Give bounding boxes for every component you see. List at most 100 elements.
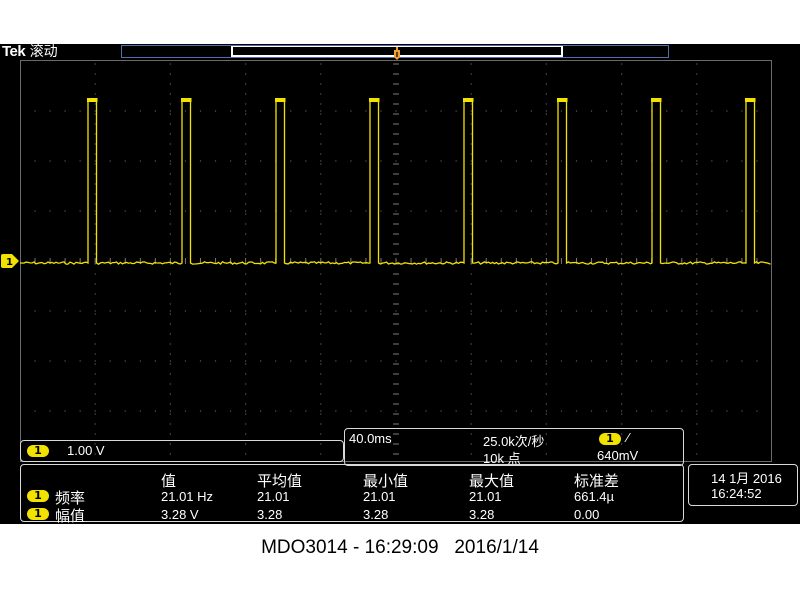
meas-header-max: 最大值 [469, 473, 515, 490]
grid-dot [320, 373, 322, 375]
grid-dot [350, 160, 352, 162]
grid-dot [320, 403, 322, 405]
grid-dot [290, 410, 292, 412]
channel-scale-value: 1.00 V [67, 443, 105, 458]
meas-row-1-channel-badge: 1 [27, 490, 49, 502]
grid-dot [94, 153, 96, 155]
grid-dot [335, 410, 337, 412]
grid-dot [696, 110, 698, 112]
grid-dot [395, 160, 397, 162]
grid-dot [696, 223, 698, 225]
grid-dot [245, 63, 247, 65]
meas-row-2-min: 3.28 [363, 507, 389, 522]
grid-dot [245, 313, 247, 315]
grid-dot [696, 113, 698, 115]
grid-dot [94, 363, 96, 365]
grid-dot [470, 93, 472, 95]
grid-dot [560, 360, 563, 362]
grid-dot [575, 160, 578, 162]
grid-dot [124, 110, 126, 112]
grid-dot [696, 193, 698, 195]
grid-dot [470, 353, 472, 355]
grid-dot [34, 210, 36, 212]
grid-dot [545, 153, 547, 155]
grid-dot [320, 253, 322, 255]
grid-dot [681, 360, 683, 362]
grid-dot [726, 160, 728, 162]
grid-dot [245, 373, 247, 375]
datetime-panel[interactable]: 14 1月 2016 16:24:52 [688, 464, 798, 506]
grid-dot [245, 103, 247, 105]
grid-dot [726, 410, 728, 412]
channel-1-ground-marker[interactable]: 1 [0, 254, 20, 268]
grid-dot [94, 160, 96, 162]
grid-dot [380, 110, 382, 112]
grid-dot [305, 160, 307, 162]
grid-dot [470, 193, 472, 195]
grid-dot [169, 410, 171, 412]
grid-dot [696, 373, 698, 375]
grid-dot [696, 333, 698, 335]
grid-dot [169, 63, 171, 65]
grid-dot [199, 310, 202, 312]
grid-dot [335, 160, 337, 162]
grid-dot [500, 310, 502, 312]
grid-dot [590, 160, 593, 162]
grid-dot [320, 313, 322, 315]
meas-row-2-max: 3.28 [469, 507, 495, 522]
grid-dot [711, 110, 713, 112]
grid-dot [169, 433, 171, 435]
grid-dot [696, 453, 698, 455]
grid-dot [545, 163, 547, 165]
grid-dot [515, 210, 517, 212]
pulse-cap [275, 98, 286, 102]
date-value: 14 1月 2016 [711, 471, 782, 486]
grid-dot [34, 360, 36, 362]
acquisition-panel[interactable]: 40.0ms 25.0k次/秒 10k 点 1 ∕ 640mV [344, 428, 684, 466]
grid-dot [94, 303, 96, 305]
grid-dot [470, 83, 472, 85]
grid-dot [470, 233, 472, 235]
grid-dot [470, 303, 472, 305]
grid-dot [545, 283, 547, 285]
grid-dot [410, 310, 412, 312]
grid-dot [515, 310, 517, 312]
grid-dot [621, 303, 623, 305]
grid-dot [94, 123, 96, 125]
pulse-cap [651, 98, 662, 102]
grid-dot [109, 160, 111, 162]
trigger-position-marker[interactable] [392, 47, 402, 61]
channel-scale-panel[interactable]: 1 1.00 V [20, 440, 344, 462]
grid-dot [425, 410, 427, 412]
grid-dot [545, 73, 547, 75]
grid-dot [621, 63, 623, 65]
grid-dot [470, 223, 472, 225]
grid-dot [395, 210, 397, 212]
channel-1-trace [20, 100, 771, 266]
grid-dot [440, 310, 442, 312]
grid-dot [94, 113, 96, 115]
grid-dot [605, 310, 608, 312]
grid-dot [545, 383, 547, 385]
grid-dot [395, 360, 397, 362]
grid-dot [365, 160, 367, 162]
grid-dot [229, 360, 232, 362]
grid-dot [79, 210, 81, 212]
measurement-panel[interactable]: 值 平均值 最小值 最大值 标准差 1 频率 21.01 Hz 21.01 21… [20, 464, 684, 524]
grid-dot [320, 273, 322, 275]
pulse-caps [87, 98, 756, 102]
grid-dot [455, 310, 457, 312]
grid-dot [169, 323, 171, 325]
grid-dot [169, 310, 171, 312]
grid-dot [470, 143, 472, 145]
grid-dot [124, 410, 126, 412]
grid-dot [94, 183, 96, 185]
grid-dot [696, 353, 698, 355]
grid-dot [380, 160, 382, 162]
grid-dot [260, 160, 262, 162]
grid-dot [470, 210, 472, 212]
grid-dot [245, 73, 247, 75]
screenshot-caption: MDO3014 - 16:29:09 2016/1/14 [261, 537, 539, 558]
grid-dot [681, 160, 683, 162]
grid-dot [621, 310, 623, 312]
